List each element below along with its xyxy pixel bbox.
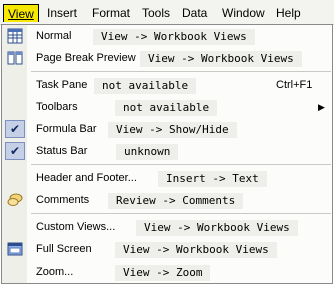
menu-separator xyxy=(31,164,331,165)
full-screen-icon xyxy=(7,242,23,256)
menu-item-formula-bar-mapping: View -> Show/Hide xyxy=(108,122,237,138)
menu-item-status-bar[interactable]: ✔ Status Bar unknown xyxy=(2,140,332,162)
menu-window[interactable]: Window xyxy=(218,4,269,22)
menu-separator xyxy=(31,213,331,214)
menu-insert-label: Insert xyxy=(47,6,78,20)
menu-item-full-screen-mapping: View -> Workbook Views xyxy=(115,242,277,258)
menu-item-task-pane-key: Ctrl+F1 xyxy=(276,79,313,91)
menu-item-status-bar-label: Status Bar xyxy=(36,145,88,157)
view-dropdown-menu: Normal View -> Workbook Views Page Break… xyxy=(1,24,333,284)
menu-item-toolbars[interactable]: Toolbars not available ▶ xyxy=(2,96,332,118)
menu-item-toolbars-label: Toolbars xyxy=(36,101,78,113)
menu-tools-label: Tools xyxy=(142,6,171,20)
menu-item-formula-bar-label: Formula Bar xyxy=(36,123,97,135)
menu-separator xyxy=(31,71,331,72)
menu-item-formula-bar[interactable]: ✔ Formula Bar View -> Show/Hide xyxy=(2,118,332,140)
menu-item-header-footer-label: Header and Footer... xyxy=(36,172,137,184)
menu-item-custom-views[interactable]: Custom Views... View -> Workbook Views xyxy=(2,216,332,238)
menu-insert[interactable]: Insert xyxy=(43,4,81,22)
menu-item-normal-mapping: View -> Workbook Views xyxy=(93,29,255,45)
menu-help[interactable]: Help xyxy=(272,4,305,22)
menu-data-label: Data xyxy=(182,6,208,20)
menu-item-comments-label: Comments xyxy=(36,194,90,206)
menu-format-label: Format xyxy=(92,6,131,20)
menu-item-page-break-preview-label: Page Break Preview xyxy=(36,52,136,64)
page-break-preview-icon xyxy=(7,51,23,65)
menu-item-full-screen-label: Full Screen xyxy=(36,243,92,255)
menu-item-zoom-label: Zoom... xyxy=(36,266,74,278)
checkmark-icon: ✔ xyxy=(5,142,25,160)
menu-data[interactable]: Data xyxy=(178,4,211,22)
checkmark-icon: ✔ xyxy=(5,120,25,138)
comments-icon xyxy=(7,193,23,206)
menu-item-header-footer-mapping: Insert -> Text xyxy=(158,171,267,187)
menu-item-task-pane-label: Task Pane xyxy=(36,79,88,91)
menu-window-label: Window xyxy=(222,6,265,20)
menu-item-comments[interactable]: Comments Review -> Comments xyxy=(2,189,332,211)
menu-view[interactable]: View xyxy=(3,4,39,22)
menu-tools[interactable]: Tools xyxy=(138,4,174,22)
menu-item-task-pane-mapping: not available xyxy=(94,78,197,94)
menu-item-zoom-mapping: View -> Zoom xyxy=(115,265,211,281)
menu-item-full-screen[interactable]: Full Screen View -> Workbook Views xyxy=(2,238,332,260)
menu-item-header-footer[interactable]: Header and Footer... Insert -> Text xyxy=(2,167,332,189)
menu-bar: View Insert Format Tools Data Window Hel… xyxy=(0,0,334,25)
menu-item-zoom[interactable]: Zoom... View -> Zoom xyxy=(2,261,332,283)
menu-item-normal[interactable]: Normal View -> Workbook Views xyxy=(2,25,332,47)
menu-item-toolbars-mapping: not available xyxy=(115,100,218,116)
menu-item-status-bar-mapping: unknown xyxy=(116,144,179,160)
menu-item-page-break-preview[interactable]: Page Break Preview View -> Workbook View… xyxy=(2,47,332,69)
menu-item-comments-mapping: Review -> Comments xyxy=(108,193,244,209)
menu-item-normal-label: Normal xyxy=(36,30,72,42)
menu-format[interactable]: Format xyxy=(88,4,134,22)
submenu-arrow-icon: ▶ xyxy=(318,102,325,112)
normal-view-icon xyxy=(7,28,23,44)
menu-item-custom-views-label: Custom Views... xyxy=(36,221,116,233)
menu-help-label: Help xyxy=(276,6,301,20)
menu-item-task-pane[interactable]: Task Pane not available Ctrl+F1 xyxy=(2,74,332,96)
menu-item-custom-views-mapping: View -> Workbook Views xyxy=(136,220,298,236)
menu-view-label: View xyxy=(8,7,34,21)
menu-item-page-break-preview-mapping: View -> Workbook Views xyxy=(140,51,302,67)
